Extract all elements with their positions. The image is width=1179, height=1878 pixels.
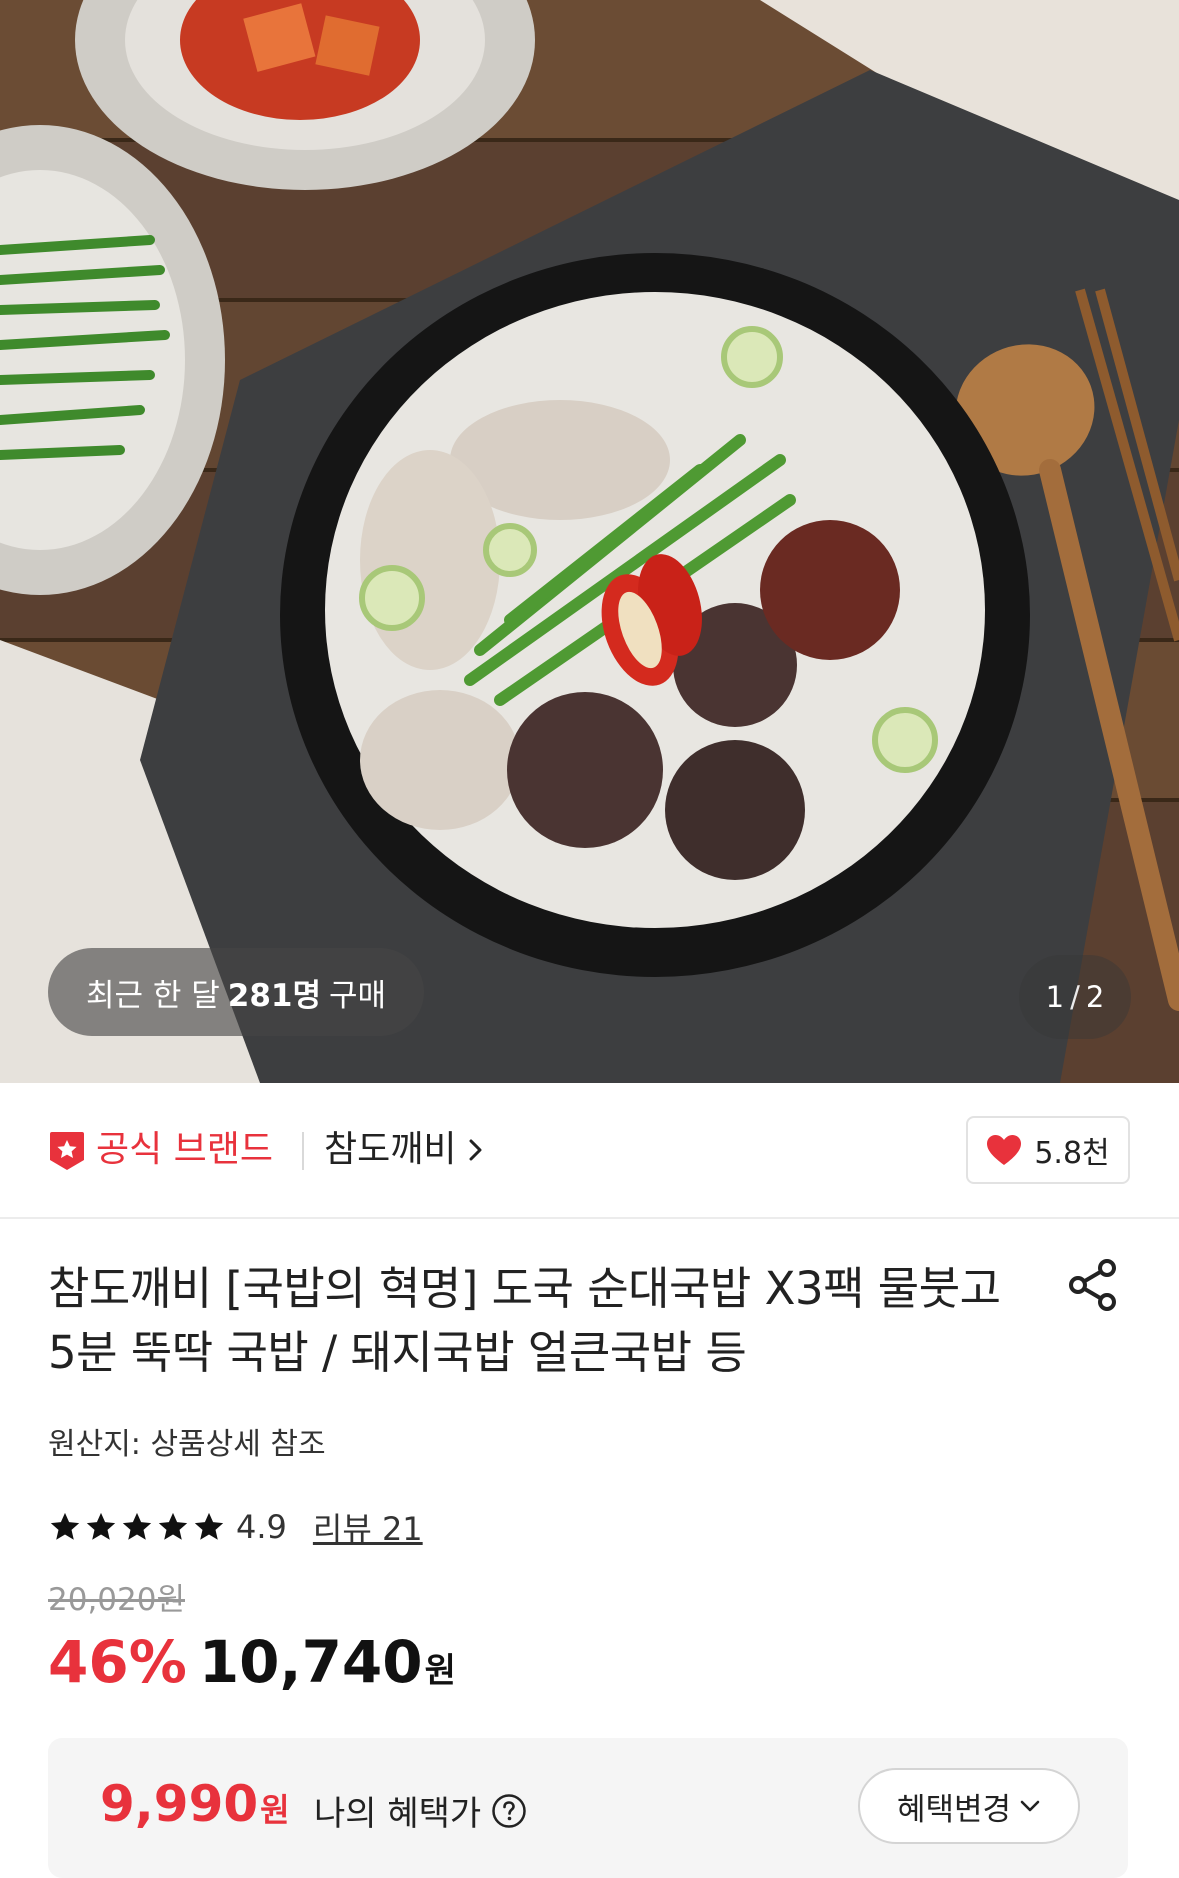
product-photo-illustration bbox=[0, 0, 1179, 1083]
benefit-price-unit: 원 bbox=[260, 1791, 290, 1829]
pager-current: 1 bbox=[1045, 980, 1065, 1014]
benefit-price-value: 9,990 bbox=[100, 1775, 259, 1833]
star-icon bbox=[158, 1512, 188, 1540]
share-icon[interactable] bbox=[1066, 1258, 1120, 1312]
discount-rate: 46% bbox=[48, 1628, 187, 1696]
brand-name: 참도깨비 bbox=[324, 1129, 457, 1170]
pager-separator: / bbox=[1070, 980, 1080, 1014]
review-link[interactable]: 리뷰 21 bbox=[313, 1504, 423, 1550]
recent-purchase-badge: 최근 한 달 281명 구매 bbox=[48, 948, 425, 1036]
purchase-suffix: 구매 bbox=[329, 977, 387, 1014]
official-brand-label[interactable]: 공식 브랜드 bbox=[96, 1128, 273, 1172]
star-icon bbox=[122, 1512, 152, 1540]
star-rating bbox=[48, 1510, 226, 1544]
benefit-label-group[interactable]: 나의 혜택가 bbox=[314, 1786, 527, 1835]
price-row: 46% 10,740 원 bbox=[48, 1628, 456, 1696]
star-icon bbox=[194, 1512, 224, 1540]
origin-info: 원산지: 상품상세 참조 bbox=[48, 1427, 326, 1462]
star-icon bbox=[86, 1512, 116, 1540]
brand-divider bbox=[302, 1132, 304, 1170]
sale-price-unit: 원 bbox=[424, 1651, 456, 1691]
chevron-down-icon bbox=[1020, 1800, 1040, 1812]
benefit-price: 9,990 원 bbox=[100, 1775, 290, 1833]
benefit-change-button[interactable]: 혜택변경 bbox=[858, 1768, 1080, 1844]
question-circle-icon[interactable] bbox=[491, 1793, 527, 1829]
purchase-count: 281명 bbox=[227, 977, 322, 1014]
like-count: 5.8천 bbox=[1034, 1136, 1110, 1171]
product-image[interactable]: 최근 한 달 281명 구매 1 / 2 bbox=[0, 0, 1179, 1083]
image-pager: 1 / 2 bbox=[1019, 955, 1131, 1039]
product-title: 참도깨비 [국밥의 혁명] 도국 순대국밥 X3팩 물붓고 5분 뚝딱 국밥 /… bbox=[48, 1262, 1001, 1379]
purchase-prefix: 최근 한 달 bbox=[86, 977, 220, 1014]
original-price: 20,020원 bbox=[48, 1582, 185, 1618]
heart-icon bbox=[987, 1135, 1022, 1165]
official-star-badge-icon bbox=[50, 1132, 84, 1170]
rating-score: 4.9 bbox=[236, 1508, 287, 1546]
benefit-change-label: 혜택변경 bbox=[896, 1791, 1012, 1828]
sale-price: 10,740 bbox=[198, 1628, 423, 1696]
rating-row: 4.9 리뷰 21 bbox=[48, 1505, 423, 1549]
brand-link[interactable]: 참도깨비 bbox=[324, 1128, 484, 1172]
pager-total: 2 bbox=[1085, 980, 1105, 1014]
star-icon bbox=[50, 1512, 80, 1540]
chevron-right-icon bbox=[469, 1139, 482, 1161]
like-button[interactable]: 5.8천 bbox=[966, 1116, 1130, 1184]
benefit-label: 나의 혜택가 bbox=[314, 1794, 482, 1834]
